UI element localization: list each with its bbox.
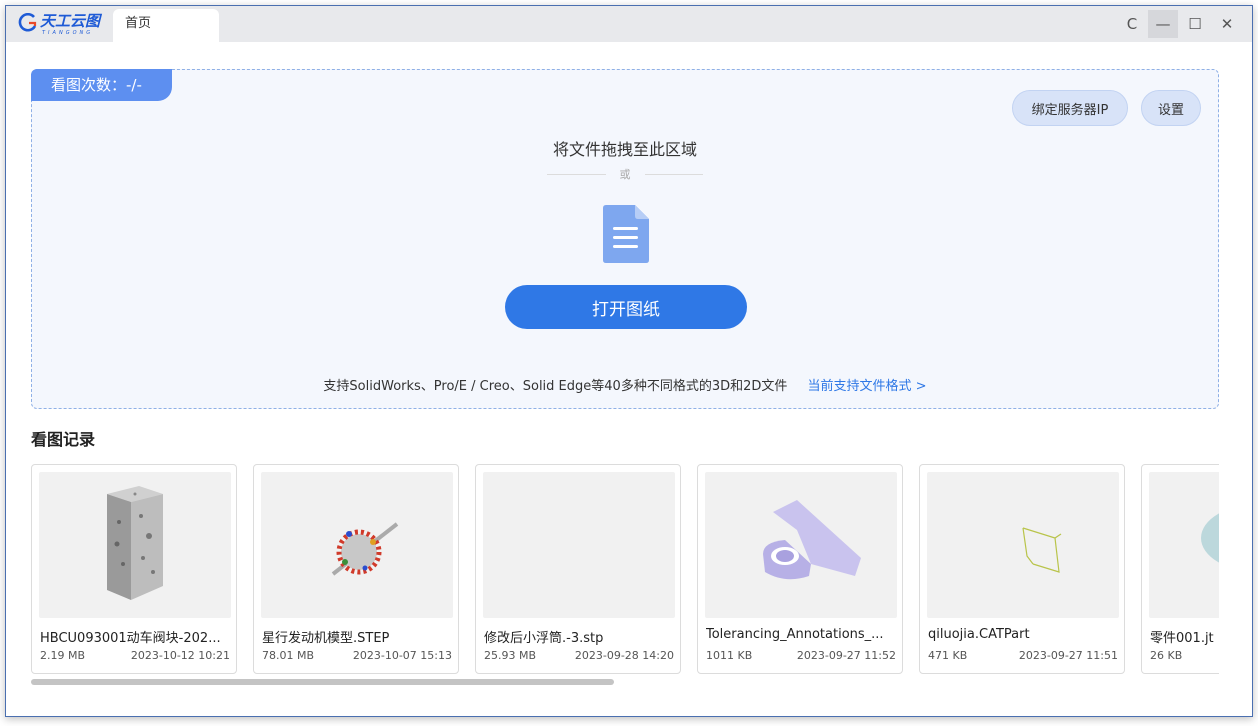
open-drawing-button[interactable]: 打开图纸 [505,285,747,329]
settings-button[interactable]: 设置 [1141,90,1201,126]
card-thumbnail [705,472,897,618]
bind-server-ip-button[interactable]: 绑定服务器IP [1012,90,1128,126]
supported-formats-link[interactable]: 当前支持文件格式 > [808,379,927,394]
history-card[interactable]: HBCU093001动车阀块-202... 2.19 MB 2023-10-12… [31,464,237,674]
history-card[interactable]: 修改后小浮筒.-3.stp 25.93 MB 2023-09-28 14:20 [475,464,681,674]
support-text: 支持SolidWorks、Pro/E / Creo、Solid Edge等40多… [323,379,788,394]
card-date: 2023-09-27 11:51 [1018,649,1118,662]
minimize-button[interactable]: — [1148,10,1178,38]
bracket-icon [763,500,861,580]
logo-subtext: TIANGONG [42,30,94,36]
card-file-size: 26 KB [1150,649,1183,662]
history-card[interactable]: 星行发动机模型.STEP 78.01 MB 2023-10-07 15:13 [253,464,459,674]
or-divider: 或 [547,166,703,182]
support-info: 支持SolidWorks、Pro/E / Creo、Solid Edge等40多… [32,375,1218,394]
scrollbar-thumb[interactable] [31,679,614,685]
card-meta: 25.93 MB 2023-09-28 14:20 [484,649,674,662]
refresh-button[interactable]: C [1117,10,1147,38]
card-thumbnail [261,472,453,618]
card-file-size: 78.01 MB [262,649,315,662]
maximize-button[interactable]: ☐ [1180,10,1210,38]
view-count-badge: 看图次数：-/- [31,69,172,101]
card-date: 2023-10-07 15:13 [352,649,452,662]
history-card[interactable]: Tolerancing_Annotations_... 1011 KB 2023… [697,464,903,674]
close-button[interactable]: ✕ [1212,10,1242,38]
card-date: 2023-09-28 14:20 [574,649,674,662]
card-thumbnail [39,472,231,618]
divider-line [547,173,606,175]
card-file-name: 星行发动机模型.STEP [262,631,390,646]
wire-icon [1022,527,1062,573]
history-title: 看图记录 [31,430,96,449]
card-file-name: Tolerancing_Annotations_... [706,627,884,642]
card-file-name: 零件001.jt [1150,631,1214,646]
drop-hint-text: 将文件拖拽至此区域 [552,140,697,159]
card-meta: 2.19 MB 2023-10-12 10:21 [40,649,230,662]
sphere-icon [1201,513,1219,563]
refresh-icon: C [1126,15,1138,33]
history-scrollbar[interactable] [31,679,1219,685]
maximize-icon: ☐ [1188,15,1202,33]
history-card[interactable]: 零件001.jt 26 KB [1141,464,1219,674]
card-file-size: 1011 KB [706,649,753,662]
close-icon: ✕ [1220,15,1234,33]
logo-text: 天工云图 [40,12,101,30]
card-file-size: 2.19 MB [40,649,86,662]
history-card[interactable]: qiluojia.CATPart 471 KB 2023-09-27 11:51 [919,464,1125,674]
engine-icon [331,522,399,576]
card-meta: 471 KB 2023-09-27 11:51 [928,649,1118,662]
divider-line [644,173,703,175]
card-file-name: HBCU093001动车阀块-202... [40,631,221,646]
card-file-name: qiluojia.CATPart [928,627,1030,642]
card-thumbnail [1149,472,1219,618]
file-drop-zone[interactable]: 看图次数：-/- 绑定服务器IP 设置 将文件拖拽至此区域 或 打开图纸 支持S… [31,69,1219,409]
app-logo: 天工云图 TIANGONG [18,13,100,37]
history-list: HBCU093001动车阀块-202... 2.19 MB 2023-10-12… [31,464,1219,676]
block-icon [107,486,163,600]
or-text: 或 [619,168,631,181]
card-file-name: 修改后小浮筒.-3.stp [484,631,604,646]
app-window: 天工云图 TIANGONG 首页 C — ☐ ✕ 看图次数：-/- 绑定服务器I… [5,5,1253,717]
card-meta: 78.01 MB 2023-10-07 15:13 [262,649,452,662]
card-file-size: 471 KB [928,649,968,662]
card-date: 2023-10-12 10:21 [130,649,230,662]
card-meta: 26 KB [1150,649,1219,662]
card-meta: 1011 KB 2023-09-27 11:52 [706,649,896,662]
minimize-icon: — [1155,15,1171,33]
card-file-size: 25.93 MB [484,649,537,662]
card-date: 2023-09-27 11:52 [796,649,896,662]
card-thumbnail [927,472,1119,618]
document-icon [603,205,649,263]
title-bar: 天工云图 TIANGONG 首页 C — ☐ ✕ [6,6,1252,42]
tab-home[interactable]: 首页 [113,9,219,42]
logo-mark-icon [18,13,37,32]
card-thumbnail [483,472,675,618]
